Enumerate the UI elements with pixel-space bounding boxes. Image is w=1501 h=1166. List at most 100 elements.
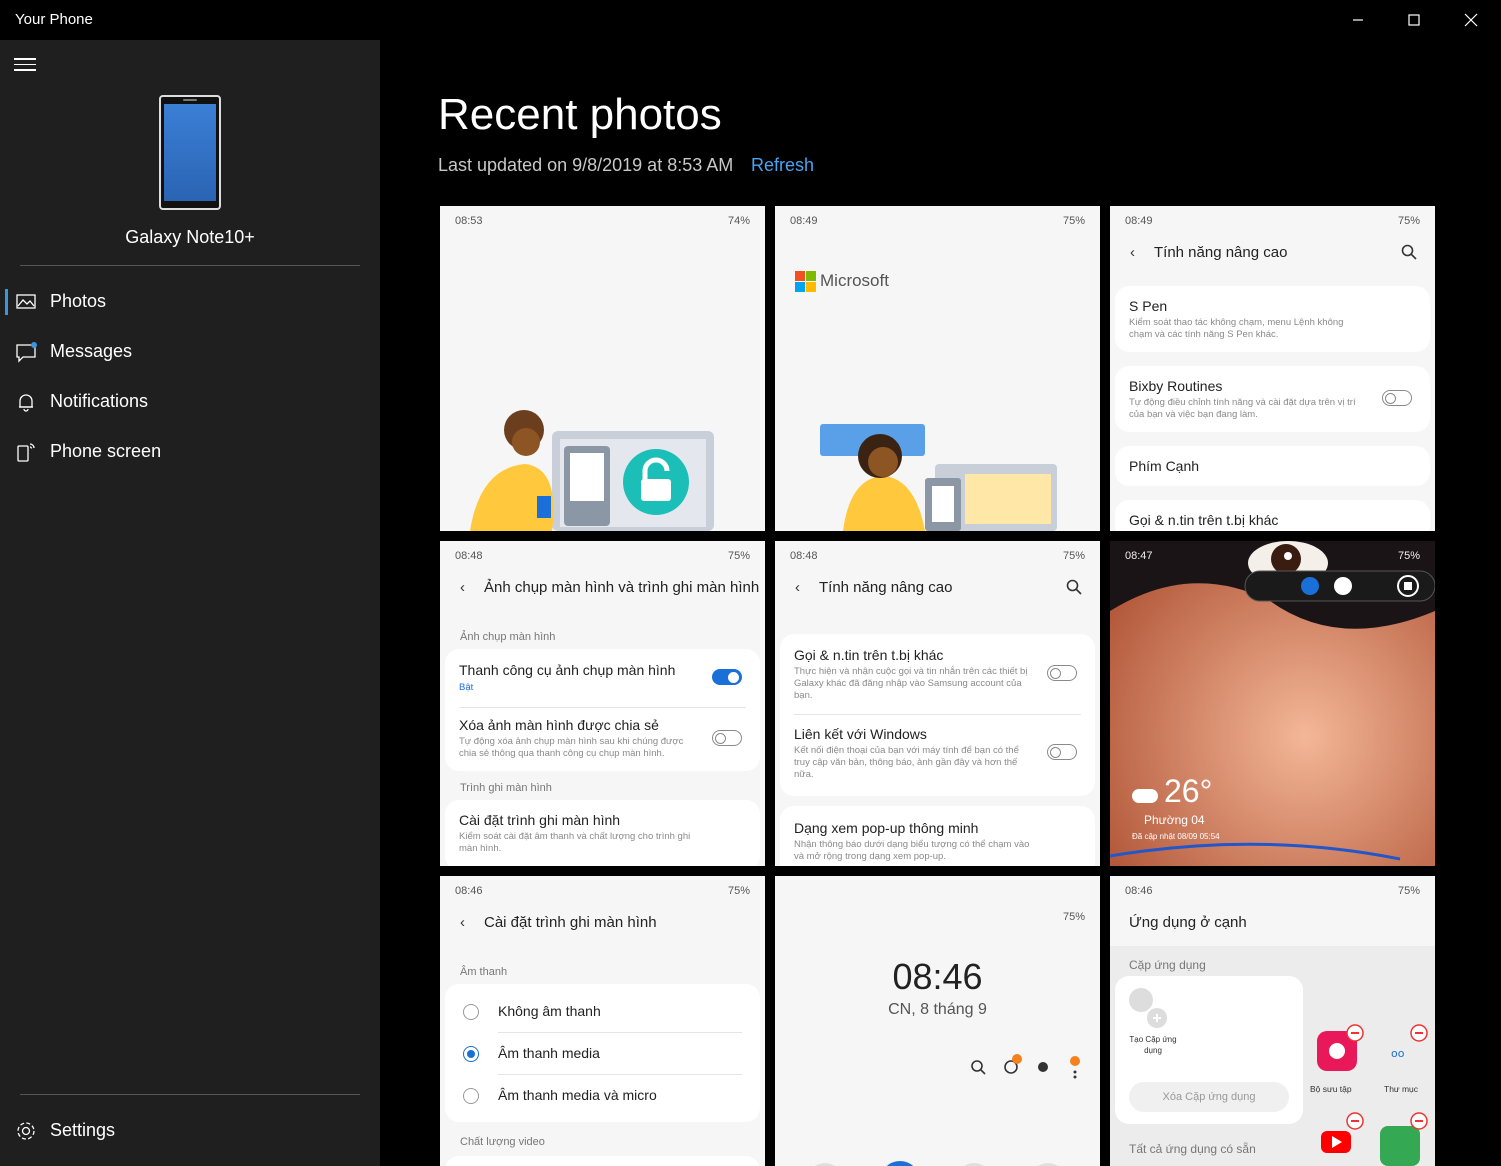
photo-thumbnail[interactable]: 08:48 75% ‹ Tính năng nâng cao Gọi & n.ti… (775, 541, 1100, 866)
maximize-icon (1408, 14, 1420, 26)
photo-thumbnail[interactable]: 08:46 75% ‹ Cài đặt trình ghi màn hình Âm… (440, 876, 765, 1166)
delete-pair-button: Xóa Cặp ứng dụng (1129, 1082, 1289, 1112)
photo-thumbnail[interactable]: 08:47 75% 26° Phường 04 Đã cập nhật 08/0… (1110, 541, 1435, 866)
device-name: Galaxy Note10+ (125, 227, 255, 247)
radio-button (463, 1088, 479, 1104)
settings-button[interactable]: Settings (0, 1108, 380, 1154)
back-arrow-icon: ‹ (1130, 244, 1135, 261)
nav-label: Photos (50, 291, 107, 311)
maximize-button[interactable] (1386, 0, 1442, 40)
section-label: Âm thanh (460, 966, 508, 978)
last-updated-text: Last updated on 9/8/2019 at 8:53 AM (438, 155, 734, 175)
settings-card: Dạng xem pop-up thông minh Nhận thông bá… (780, 806, 1095, 866)
window-title: Your Phone (15, 11, 93, 28)
photo-thumbnail[interactable]: 08:53 74% (440, 206, 765, 531)
page-title: Recent photos (438, 90, 722, 139)
settings-item-call-other-devices: Gọi & n.tin trên t.bị khác (1115, 500, 1430, 531)
photo-thumbnail[interactable]: 75% 08:46 CN, 8 tháng 9 (775, 876, 1100, 1166)
create-pair-label: Tạo Cặp ứng dụng (1129, 1035, 1177, 1055)
toggle-switch (1382, 390, 1412, 406)
weather-location: Phường 04 (1144, 813, 1205, 827)
title-bar: Your Phone (0, 0, 1501, 40)
back-arrow-icon: ‹ (460, 914, 465, 931)
status-battery: 75% (727, 885, 750, 897)
refresh-link[interactable]: Refresh (751, 155, 814, 176)
radio-button (463, 1004, 479, 1020)
screen-header: ‹ Tính năng nâng cao (1130, 244, 1288, 261)
app-label: Thư mục (1384, 1084, 1419, 1094)
photo-thumbnail[interactable]: 08:49 75% Microsoft (775, 206, 1100, 531)
nav-item-notifications[interactable]: Notifications (0, 379, 380, 425)
nav-label: Phone screen (50, 441, 162, 461)
status-battery: 75% (1062, 550, 1085, 562)
status-battery: 75% (1062, 911, 1085, 923)
status-time: 08:46 (455, 885, 483, 897)
nav-item-phone-screen[interactable]: Phone screen (0, 429, 380, 475)
messages-icon (15, 341, 37, 363)
settings-card: Gọi & n.tin trên t.bị khác Thực hiện và … (780, 634, 1095, 796)
screen-header: Ứng dụng ở cạnh (1129, 914, 1247, 931)
app-label: Bộ sưu tập (1310, 1084, 1352, 1094)
screen-header: ‹ Cài đặt trình ghi màn hình (460, 914, 657, 931)
phone-screen-icon (15, 441, 37, 463)
status-battery: 75% (1397, 885, 1420, 897)
screen-header: ‹ Tính năng nâng cao (795, 579, 953, 596)
minimize-icon (1353, 19, 1363, 21)
photo-thumbnail[interactable]: 08:46 75% Ứng dụng ở cạnh Cặp ứng dụng T… (1110, 876, 1435, 1166)
person-devices-illustration (820, 424, 1057, 531)
weather-temperature: 26° (1164, 773, 1213, 809)
settings-card: Cài đặt trình ghi màn hình Kiểm soát cài… (445, 800, 760, 866)
radio-group-card: Không âm thanh Âm thanh media Âm thanh m… (445, 984, 760, 1122)
toggle-switch (1047, 665, 1077, 681)
settings-item-s-pen: S Pen Kiểm soát thao tác không chạm, men… (1115, 286, 1430, 352)
section-label: Ảnh chụp màn hình (460, 631, 556, 643)
status-time: 08:47 (1125, 550, 1153, 562)
section-label: Chất lượng video (460, 1136, 545, 1148)
section-label: Trình ghi màn hình (460, 782, 552, 794)
sidebar: Galaxy Note10+ Photos Messages Notificat… (0, 40, 380, 1166)
nav-label: Notifications (50, 391, 149, 411)
status-time: 08:48 (790, 550, 818, 562)
photo-thumbnail[interactable]: 08:48 75% ‹ Ảnh chụp màn hình và trình gh… (440, 541, 765, 866)
search-icon (1066, 579, 1082, 595)
photo-thumbnail[interactable]: 08:49 75% ‹ Tính năng nâng cao S Pen Kiểm… (1110, 206, 1435, 531)
svg-text:oo: oo (1391, 1047, 1405, 1060)
nav-item-photos[interactable]: Photos (0, 279, 380, 325)
back-arrow-icon: ‹ (460, 579, 465, 596)
back-arrow-icon: ‹ (795, 579, 800, 596)
status-time: 08:46 (1125, 885, 1153, 897)
toggle-switch (712, 669, 742, 685)
main-content: Recent photos Last updated on 9/8/2019 a… (380, 40, 1501, 1166)
phone-unlock-illustration (470, 410, 714, 531)
section-label: Tất cả ứng dụng có sẵn (1129, 1142, 1256, 1156)
close-icon (1464, 13, 1478, 27)
gear-icon (15, 1120, 37, 1142)
status-battery: 75% (1397, 550, 1420, 562)
nav-label: Messages (50, 341, 133, 361)
app-pair-card: Tạo Cặp ứng dụng Xóa Cặp ứng dụng (1115, 976, 1303, 1124)
settings-card: Thanh công cụ ảnh chụp màn hình Bật Xóa … (445, 649, 760, 771)
your-phone-window: Your Phone Galaxy Note10+ Photos Message… (0, 0, 1501, 1166)
cloud-icon (1132, 789, 1158, 803)
add-app-pair-icon (1129, 988, 1167, 1028)
toggle-switch (1047, 744, 1077, 760)
weather-updated: Đã cập nhật 08/09 05:54 (1132, 832, 1220, 841)
nav-item-messages[interactable]: Messages (0, 329, 380, 375)
section-label: Cặp ứng dụng (1129, 958, 1206, 972)
settings-item-edge-keys: Phím Cạnh (1115, 446, 1430, 486)
close-button[interactable] (1443, 0, 1499, 40)
minimize-button[interactable] (1330, 0, 1386, 40)
phone-device-icon (159, 95, 221, 210)
status-battery: 75% (1397, 215, 1420, 227)
divider (20, 1094, 360, 1095)
hamburger-menu-icon[interactable] (14, 58, 36, 74)
status-time: 08:48 (455, 550, 483, 562)
status-battery: 75% (727, 550, 750, 562)
status-time: 08:49 (1125, 215, 1153, 227)
clock-time: 08:46 (892, 956, 983, 997)
bell-icon (15, 391, 37, 413)
screen-header: ‹ Ảnh chụp màn hình và trình ghi màn hình (460, 579, 760, 596)
quick-settings-row (815, 1161, 1058, 1166)
radio-button-selected (463, 1046, 479, 1062)
settings-item-bixby-routines: Bixby Routines Tự động điều chỉnh tính n… (1115, 366, 1430, 432)
